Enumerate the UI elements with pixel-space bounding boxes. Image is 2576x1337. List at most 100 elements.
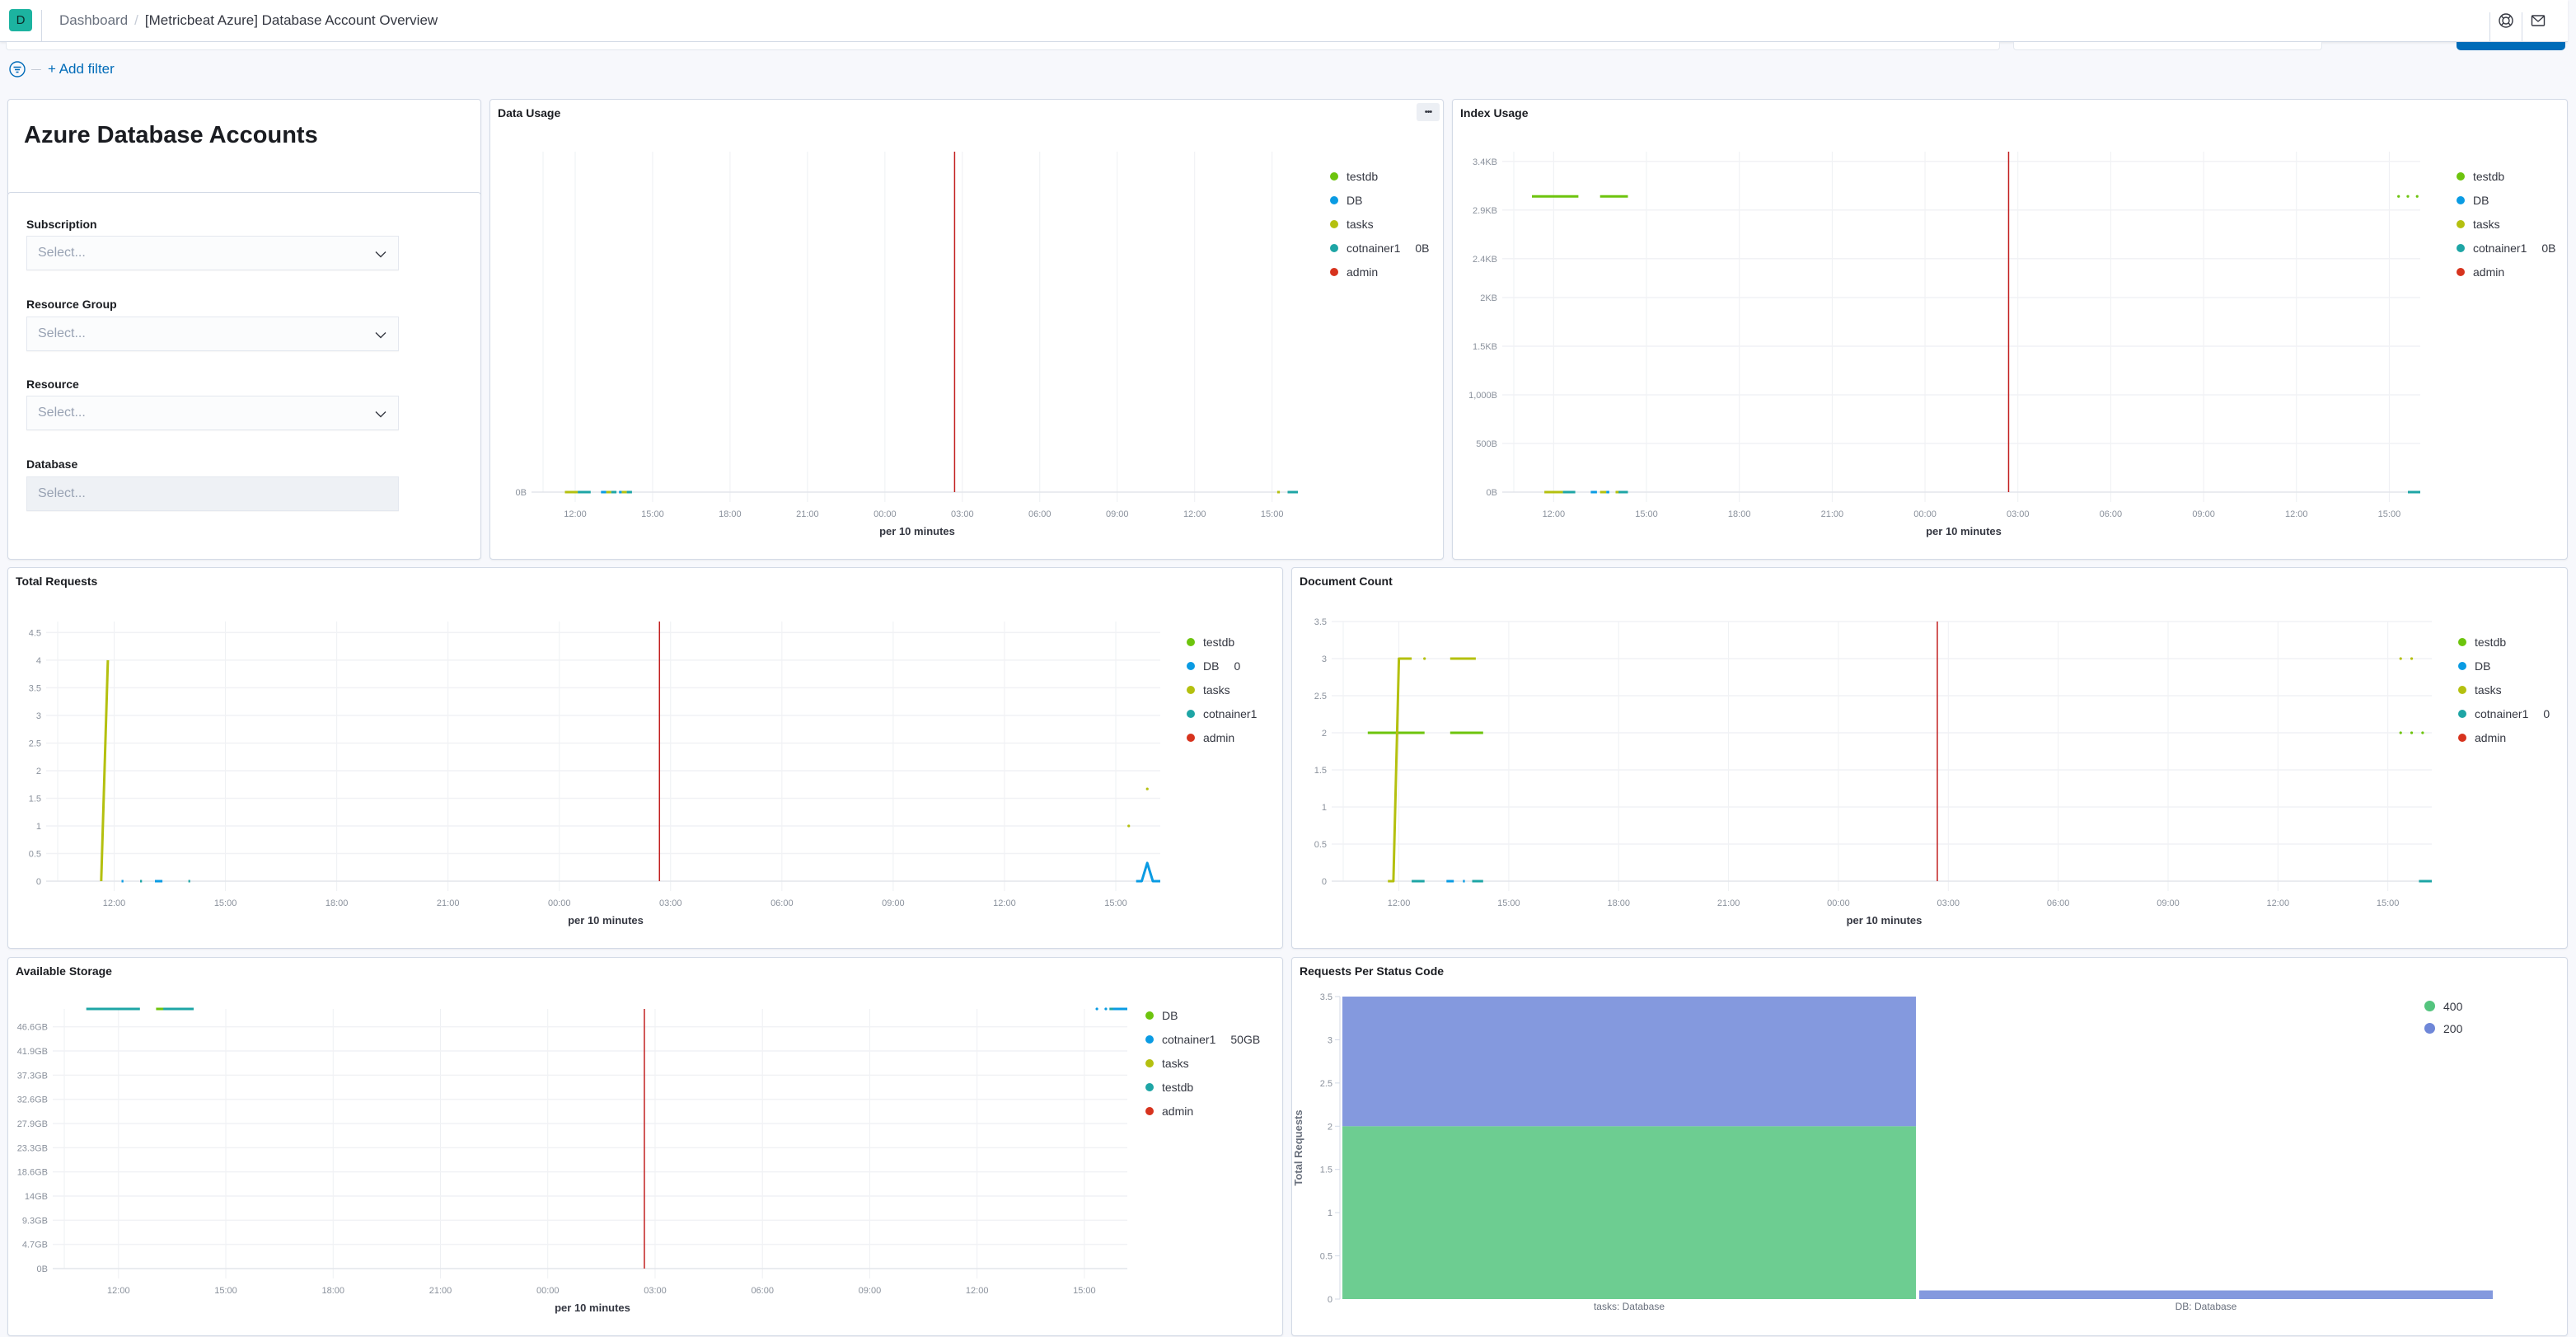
- space-avatar[interactable]: D: [9, 9, 32, 31]
- chevron-down-icon[interactable]: [373, 406, 388, 421]
- y-tick-label: 2.5: [29, 739, 41, 748]
- bar-200-0[interactable]: [1342, 997, 1916, 1127]
- series-point-tasks[interactable]: [2410, 657, 2414, 660]
- select-placeholder: Select...: [38, 326, 86, 340]
- series-point-testdb[interactable]: [2410, 731, 2414, 734]
- legend-item[interactable]: admin: [1330, 260, 1430, 284]
- total-requests-chart: 12:00 15:00 18:00 21:00 00:00 03:00 06:00 09:00…: [29, 622, 1160, 927]
- filter-icon[interactable]: [8, 60, 26, 78]
- legend-item[interactable]: admin: [1145, 1099, 1260, 1123]
- y-tick-label: 3.4KB: [1473, 157, 1497, 167]
- x-tick-label: 21:00: [1821, 509, 1844, 519]
- legend-item[interactable]: tasks: [1145, 1051, 1260, 1075]
- document-count-chart: 12:00 15:00 18:00 21:00 00:00 03:00 06:00 09:00…: [1314, 617, 2432, 927]
- legend-item[interactable]: DB 0: [1187, 654, 1257, 678]
- series-point-tasks[interactable]: [1423, 657, 1426, 660]
- legend-item[interactable]: testdb: [2458, 630, 2550, 654]
- select-placeholder: Select...: [38, 486, 86, 500]
- legend-label: tasks: [1347, 217, 1374, 231]
- legend-item[interactable]: cotnainer1 0B: [1330, 236, 1430, 260]
- add-filter-button[interactable]: + Add filter: [48, 61, 115, 77]
- breadcrumb-separator: /: [134, 12, 138, 28]
- x-tick-label: 09:00: [2157, 898, 2180, 908]
- legend-item[interactable]: DB: [2457, 188, 2556, 212]
- x-tick-label: 06:00: [751, 1286, 774, 1296]
- x-axis-title: per 10 minutes: [879, 525, 955, 537]
- subscription-select[interactable]: Select...: [26, 236, 399, 270]
- series-point-tasks[interactable]: [1145, 787, 1149, 790]
- breadcrumb-dashboard[interactable]: Dashboard: [59, 12, 128, 28]
- series-point-cotnainer1[interactable]: [1104, 1007, 1108, 1011]
- x-tick-label: 09:00: [859, 1286, 882, 1296]
- y-tick-label: 2.5: [1314, 692, 1327, 701]
- series-point-cotnainer1[interactable]: [1095, 1007, 1098, 1011]
- bar-400-0[interactable]: [1342, 1126, 1916, 1299]
- series-point-testdb[interactable]: [2399, 731, 2402, 734]
- chevron-down-icon[interactable]: [373, 246, 388, 261]
- legend-item[interactable]: admin: [2458, 725, 2550, 749]
- mail-icon[interactable]: [2526, 8, 2550, 33]
- x-tick-label: 00:00: [1913, 509, 1937, 519]
- x-tick-label: 21:00: [429, 1286, 452, 1296]
- legend-item[interactable]: testdb: [1145, 1075, 1260, 1099]
- series-point-tasks[interactable]: [1127, 824, 1131, 828]
- x-tick-label: 06:00: [2100, 509, 2123, 519]
- legend-item[interactable]: DB: [1145, 1003, 1260, 1027]
- legend-item[interactable]: 200: [2424, 1017, 2462, 1039]
- legend-item[interactable]: tasks: [1187, 678, 1257, 701]
- help-lifebuoy-icon[interactable]: [2494, 8, 2518, 33]
- legend-item[interactable]: admin: [1187, 725, 1257, 749]
- legend-item[interactable]: tasks: [2457, 212, 2556, 236]
- y-tick-label: 18.6GB: [17, 1168, 48, 1178]
- series-point-testdb[interactable]: [2397, 195, 2400, 198]
- legend-item[interactable]: testdb: [2457, 164, 2556, 188]
- index-usage-panel: Index Usage 12:00 15:00 18:00 21:00 00:00 03:…: [1452, 99, 2568, 560]
- control-label: Resource: [26, 378, 79, 391]
- legend-item[interactable]: testdb: [1187, 630, 1257, 654]
- chart-legend: testdb DB 0 tasks cotnainer1 admin: [1187, 630, 1257, 749]
- legend-item[interactable]: cotnainer1: [1187, 701, 1257, 725]
- legend-item[interactable]: cotnainer1 50GB: [1145, 1027, 1260, 1051]
- update-button[interactable]: [2457, 42, 2565, 50]
- legend-item[interactable]: cotnainer1 0: [2458, 701, 2550, 725]
- database-select: Select...: [26, 476, 399, 511]
- legend-label: testdb: [1203, 635, 1235, 649]
- legend-item[interactable]: 400: [2424, 995, 2462, 1017]
- series-point-testdb[interactable]: [2415, 195, 2419, 198]
- legend-color-dot-icon: [1187, 637, 1195, 646]
- x-tick-label: 00:00: [536, 1286, 560, 1296]
- date-picker[interactable]: [2013, 42, 2322, 50]
- legend-color-dot-icon: [1330, 171, 1338, 181]
- legend-item[interactable]: DB: [2458, 654, 2550, 678]
- x-tick-label: 12:00: [107, 1286, 130, 1296]
- breadcrumb: Dashboard / [Metricbeat Azure] Database Ac…: [59, 12, 438, 30]
- legend-color-dot-icon: [1145, 1058, 1154, 1067]
- x-tick-label: 06:00: [770, 898, 794, 908]
- y-tick-label: 0: [1328, 1295, 1332, 1305]
- chart-legend: testdb DB tasks cotnainer1 0B admin: [2457, 164, 2556, 284]
- query-bar[interactable]: [6, 42, 2000, 50]
- x-tick-label: 00:00: [873, 509, 897, 519]
- legend-item[interactable]: cotnainer1 0B: [2457, 236, 2556, 260]
- legend-item[interactable]: admin: [2457, 260, 2556, 284]
- resource-group-select[interactable]: Select...: [26, 317, 399, 351]
- requests-per-status-code-panel: Requests Per Status Code 0 0.5 1 1.5 2 2.5 3 3.…: [1291, 957, 2568, 1336]
- legend-label: admin: [1203, 730, 1235, 744]
- bar-200-1[interactable]: [1919, 1290, 2493, 1299]
- resource-select[interactable]: Select...: [26, 396, 399, 430]
- x-category-label: DB: Database: [2176, 1301, 2237, 1312]
- x-tick-label: 18:00: [719, 509, 742, 519]
- legend-item[interactable]: DB: [1330, 188, 1430, 212]
- chevron-down-icon[interactable]: [373, 327, 388, 342]
- legend-label: cotnainer1: [1347, 241, 1401, 255]
- legend-item[interactable]: testdb: [1330, 164, 1430, 188]
- series-line-DB[interactable]: [1136, 861, 1160, 883]
- series-point-tasks[interactable]: [2399, 657, 2402, 660]
- series-point-testdb[interactable]: [2406, 195, 2410, 198]
- legend-label: cotnainer1: [2475, 706, 2529, 720]
- legend-item[interactable]: tasks: [2458, 678, 2550, 701]
- series-point-testdb[interactable]: [2421, 731, 2424, 734]
- y-tick-label: 23.3GB: [17, 1143, 48, 1153]
- x-tick-label: 12:00: [103, 898, 126, 908]
- legend-item[interactable]: tasks: [1330, 212, 1430, 236]
